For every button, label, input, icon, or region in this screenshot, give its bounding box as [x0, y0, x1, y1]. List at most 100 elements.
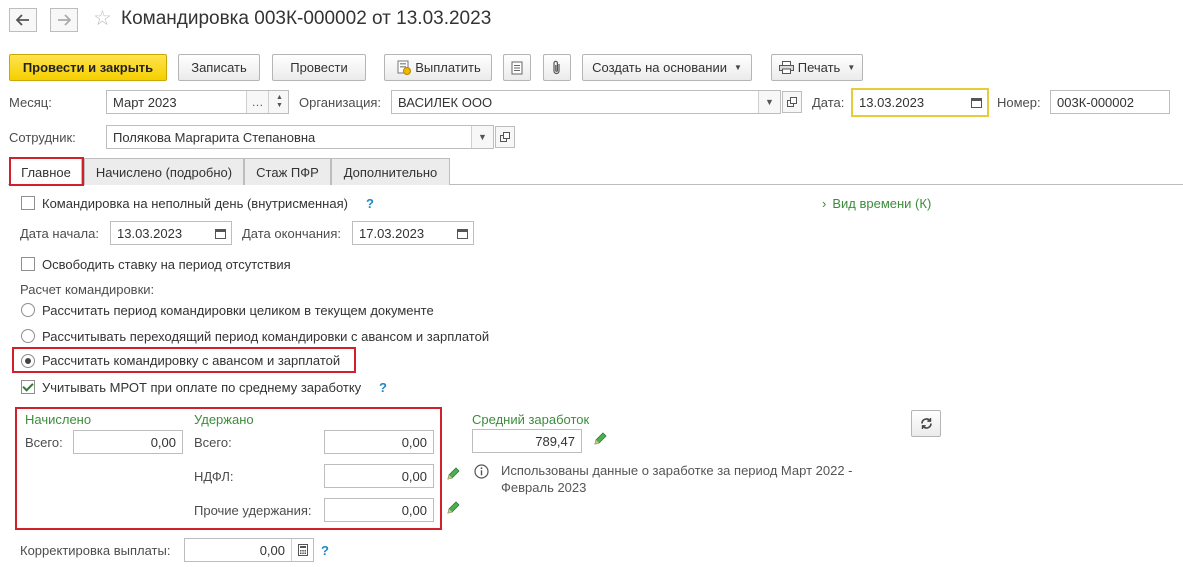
other-withholdings-field[interactable]: 0,00	[324, 498, 434, 522]
date-label: Дата:	[812, 95, 845, 110]
number-field[interactable]: 003К-000002	[1050, 90, 1170, 114]
start-date-value: 13.03.2023	[117, 226, 183, 241]
attach-button[interactable]	[543, 54, 571, 81]
post-label: Провести	[290, 60, 348, 75]
chevron-down-icon: ▼	[847, 63, 856, 72]
open-icon	[500, 132, 510, 142]
calc-mode-label: Расчет командировки:	[20, 282, 155, 297]
calendar-icon	[456, 228, 468, 239]
pencil-icon[interactable]	[446, 467, 460, 481]
ndfl-label: НДФЛ:	[194, 469, 234, 484]
end-date-label: Дата окончания:	[242, 226, 341, 241]
pencil-icon[interactable]	[446, 501, 460, 515]
print-button[interactable]: Печать ▼	[771, 54, 863, 81]
withheld-total-value: 0,00	[401, 435, 427, 450]
help-icon[interactable]: ?	[366, 196, 374, 211]
start-date-label: Дата начала:	[20, 226, 99, 241]
calculator-icon	[297, 544, 308, 556]
avg-earnings-title: Средний заработок	[472, 412, 590, 427]
page-title: Командировка 003К-000002 от 13.03.2023	[121, 8, 492, 29]
organization-dropdown[interactable]: ▼	[758, 91, 780, 113]
end-date-field[interactable]: 17.03.2023	[352, 221, 474, 245]
radio-calc-transition-label: Рассчитывать переходящий период командир…	[42, 329, 490, 344]
help-icon[interactable]: ?	[379, 380, 387, 395]
radio-calc-whole[interactable]	[21, 303, 35, 317]
month-value: Март 2023	[113, 95, 177, 110]
accrued-total-field[interactable]: 0,00	[73, 430, 183, 454]
calendar-icon	[214, 228, 226, 239]
post-and-close-label: Провести и закрыть	[22, 60, 154, 75]
refresh-icon	[920, 418, 932, 429]
pay-button[interactable]: Выплатить	[384, 54, 492, 81]
end-date-value: 17.03.2023	[359, 226, 425, 241]
refresh-button[interactable]	[911, 410, 941, 437]
employee-open-button[interactable]	[495, 126, 515, 148]
end-date-calendar-button[interactable]	[451, 222, 473, 244]
post-button[interactable]: Провести	[272, 54, 366, 81]
payment-correction-field[interactable]: 0,00	[184, 538, 314, 562]
create-based-on-label: Создать на основании	[592, 60, 727, 75]
calculator-button[interactable]	[291, 539, 313, 561]
list-button[interactable]	[503, 54, 531, 81]
payment-icon	[397, 60, 412, 75]
avg-earnings-value: 789,47	[535, 434, 575, 449]
organization-value: ВАСИЛЕК ООО	[398, 95, 493, 110]
info-text-line1: Использованы данные о заработке за перио…	[501, 463, 853, 478]
employee-dropdown[interactable]: ▼	[471, 126, 493, 148]
month-field[interactable]: Март 2023 … ▲ ▼	[106, 90, 289, 114]
employee-label: Сотрудник:	[9, 130, 76, 145]
open-icon	[787, 97, 797, 107]
month-stepper[interactable]: ▲ ▼	[268, 91, 288, 113]
time-type-label: Вид времени (К)	[832, 196, 932, 211]
pay-label: Выплатить	[415, 60, 481, 75]
back-button[interactable]	[9, 8, 37, 32]
organization-field[interactable]: ВАСИЛЕК ООО ▼	[391, 90, 781, 114]
employee-field[interactable]: Полякова Маргарита Степановна ▼	[106, 125, 494, 149]
withheld-total-field[interactable]: 0,00	[324, 430, 434, 454]
create-based-on-button[interactable]: Создать на основании ▼	[582, 54, 752, 81]
forward-button[interactable]	[50, 8, 78, 32]
month-label: Месяц:	[9, 95, 52, 110]
start-date-calendar-button[interactable]	[209, 222, 231, 244]
accrued-title: Начислено	[25, 412, 92, 427]
date-value: 13.03.2023	[859, 95, 925, 110]
accrued-total-value: 0,00	[150, 435, 176, 450]
tab-pfr-experience[interactable]: Стаж ПФР	[244, 158, 331, 185]
star-icon[interactable]: ☆	[93, 8, 112, 30]
pencil-icon[interactable]	[593, 432, 607, 446]
payment-correction-value: 0,00	[259, 543, 285, 558]
tab-additional-label: Дополнительно	[343, 164, 438, 180]
free-rate-checkbox[interactable]	[21, 257, 35, 271]
chevron-right-icon: ›	[822, 196, 827, 211]
radio-calc-transition[interactable]	[21, 329, 35, 343]
paperclip-icon	[553, 60, 560, 75]
organization-open-button[interactable]	[782, 91, 802, 113]
other-withholdings-value: 0,00	[401, 503, 427, 518]
highlight-tab-main	[9, 157, 84, 186]
start-date-field[interactable]: 13.03.2023	[110, 221, 232, 245]
help-icon[interactable]: ?	[321, 543, 329, 558]
month-select-button[interactable]: …	[246, 91, 268, 113]
date-field[interactable]: 13.03.2023	[851, 88, 989, 117]
employee-value: Полякова Маргарита Степановна	[113, 130, 316, 145]
organization-label: Организация:	[299, 95, 382, 110]
withheld-total-label: Всего:	[194, 435, 232, 450]
save-label: Записать	[191, 60, 247, 75]
tab-additional[interactable]: Дополнительно	[331, 158, 450, 185]
time-type-link[interactable]: › Вид времени (К)	[822, 196, 931, 211]
other-withholdings-label: Прочие удержания:	[194, 503, 312, 518]
mrot-label: Учитывать МРОТ при оплате по среднему за…	[42, 380, 362, 395]
calendar-icon	[970, 98, 982, 108]
avg-earnings-field[interactable]: 789,47	[472, 429, 582, 453]
save-button[interactable]: Записать	[178, 54, 260, 81]
date-calendar-button[interactable]	[965, 90, 987, 115]
ndfl-value: 0,00	[401, 469, 427, 484]
ndfl-field[interactable]: 0,00	[324, 464, 434, 488]
post-and-close-button[interactable]: Провести и закрыть	[9, 54, 167, 81]
arrow-left-icon	[16, 14, 29, 26]
part-day-checkbox[interactable]	[21, 196, 35, 210]
tab-accrued-detail[interactable]: Начислено (подробно)	[84, 158, 244, 185]
mrot-checkbox[interactable]	[21, 380, 35, 394]
printer-icon	[778, 61, 794, 74]
payment-correction-label: Корректировка выплаты:	[20, 543, 171, 558]
